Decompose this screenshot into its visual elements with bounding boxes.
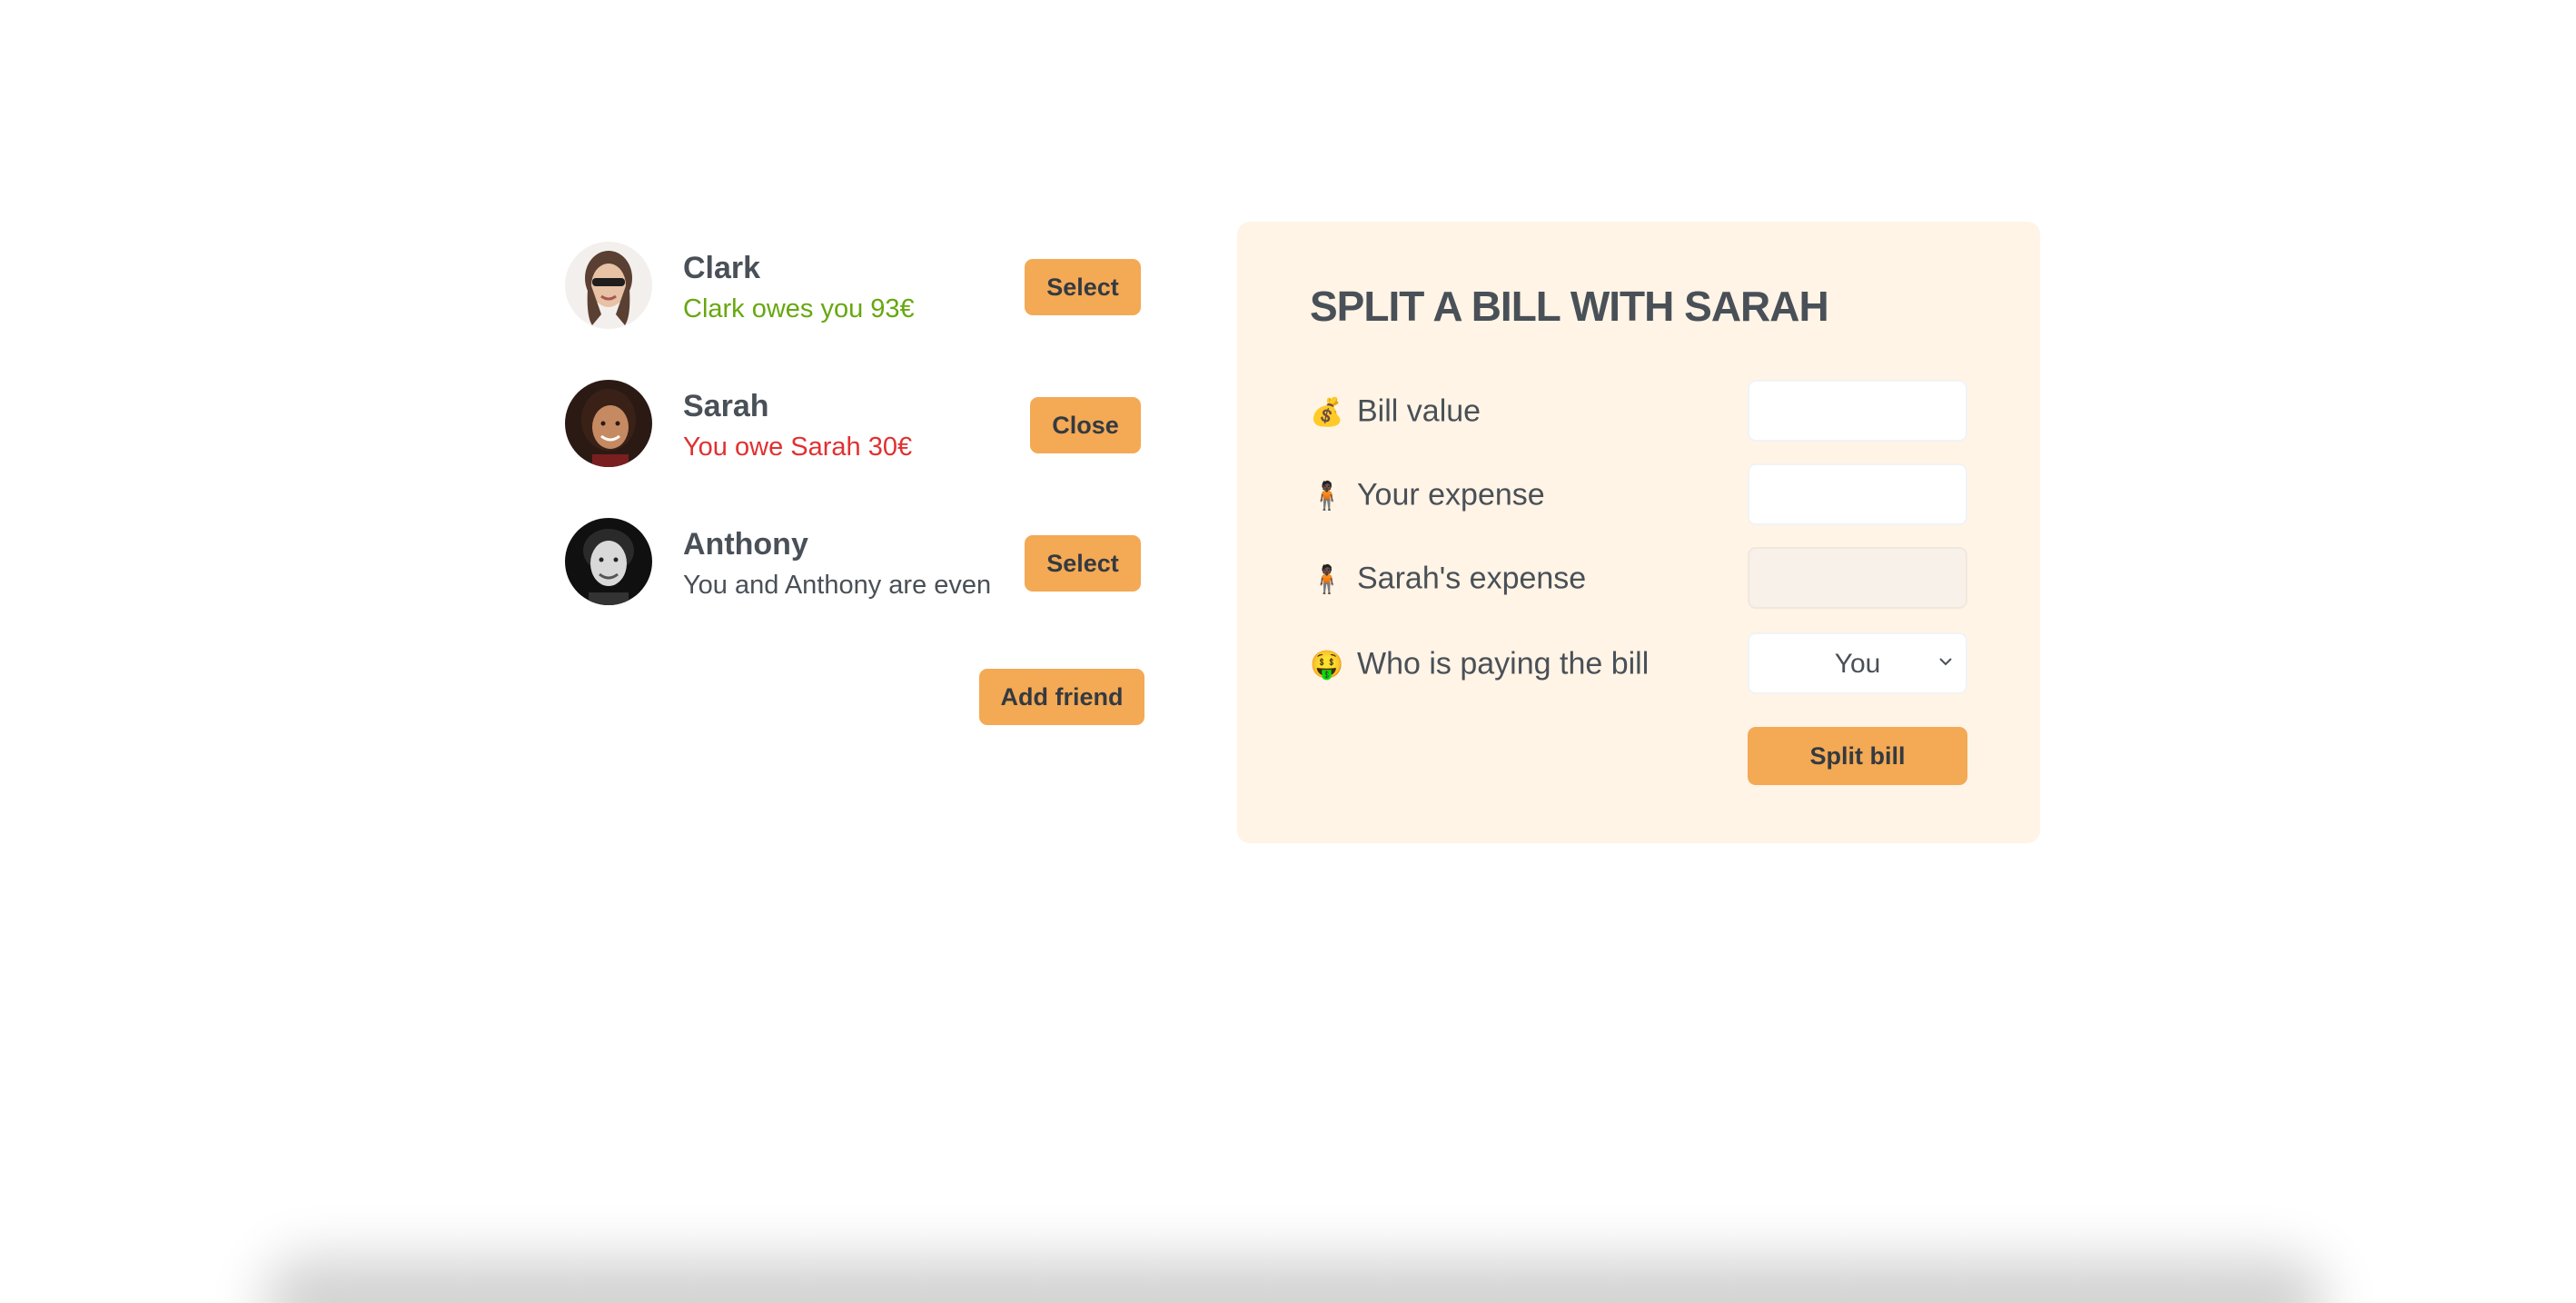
friend-name: Clark <box>683 251 761 285</box>
your-expense-label: 🧍🏿 Your expense <box>1310 477 1545 512</box>
form-title: SPLIT A BILL WITH SARAH <box>1310 283 1829 330</box>
money-face-icon: 🤑 <box>1310 650 1344 681</box>
friend-expense-label: 🧍🏿 Sarah's expense <box>1310 561 1587 596</box>
payer-label: 🤑 Who is paying the bill <box>1310 646 1650 681</box>
friend-name: Sarah <box>683 389 769 423</box>
select-friend-button[interactable]: Select <box>1025 259 1141 315</box>
payer-row: 🤑 Who is paying the bill You <box>1310 632 1967 696</box>
friends-list: Clark Clark owes you 93€ Select Sarah Yo… <box>563 227 1141 642</box>
avatar <box>565 518 652 605</box>
friend-item-sarah: Sarah You owe Sarah 30€ Close <box>563 365 1141 467</box>
your-expense-row: 🧍🏿 Your expense <box>1310 463 1967 527</box>
payer-select[interactable]: You <box>1748 632 1967 694</box>
bill-value-label: 💰 Bill value <box>1310 393 1481 429</box>
select-friend-button[interactable]: Select <box>1025 535 1141 592</box>
friend-expense-row: 🧍🏿 Sarah's expense <box>1310 547 1967 611</box>
friend-expense-input <box>1748 547 1967 609</box>
person-icon: 🧍🏿 <box>1310 564 1344 595</box>
split-bill-button[interactable]: Split bill <box>1748 727 1967 785</box>
avatar <box>565 242 652 329</box>
close-friend-button[interactable]: Close <box>1030 397 1141 453</box>
friend-item-anthony: Anthony You and Anthony are even Select <box>563 503 1141 605</box>
bill-value-input[interactable] <box>1748 380 1967 442</box>
your-expense-input[interactable] <box>1748 463 1967 525</box>
friend-balance-status: You and Anthony are even <box>683 571 992 600</box>
bill-value-row: 💰 Bill value <box>1310 380 1967 443</box>
money-bag-icon: 💰 <box>1310 397 1344 428</box>
add-friend-button[interactable]: Add friend <box>979 669 1144 725</box>
avatar <box>565 380 652 467</box>
app-page: Clark Clark owes you 93€ Select Sarah Yo… <box>0 0 2576 1303</box>
friend-balance-status: You owe Sarah 30€ <box>683 433 913 462</box>
friend-balance-status: Clark owes you 93€ <box>683 294 915 323</box>
friend-name: Anthony <box>683 527 808 562</box>
friend-item-clark: Clark Clark owes you 93€ Select <box>563 227 1141 329</box>
split-bill-form: SPLIT A BILL WITH SARAH 💰 Bill value 🧍🏿 Yo… <box>1237 222 2040 843</box>
person-icon: 🧍🏿 <box>1310 481 1344 512</box>
